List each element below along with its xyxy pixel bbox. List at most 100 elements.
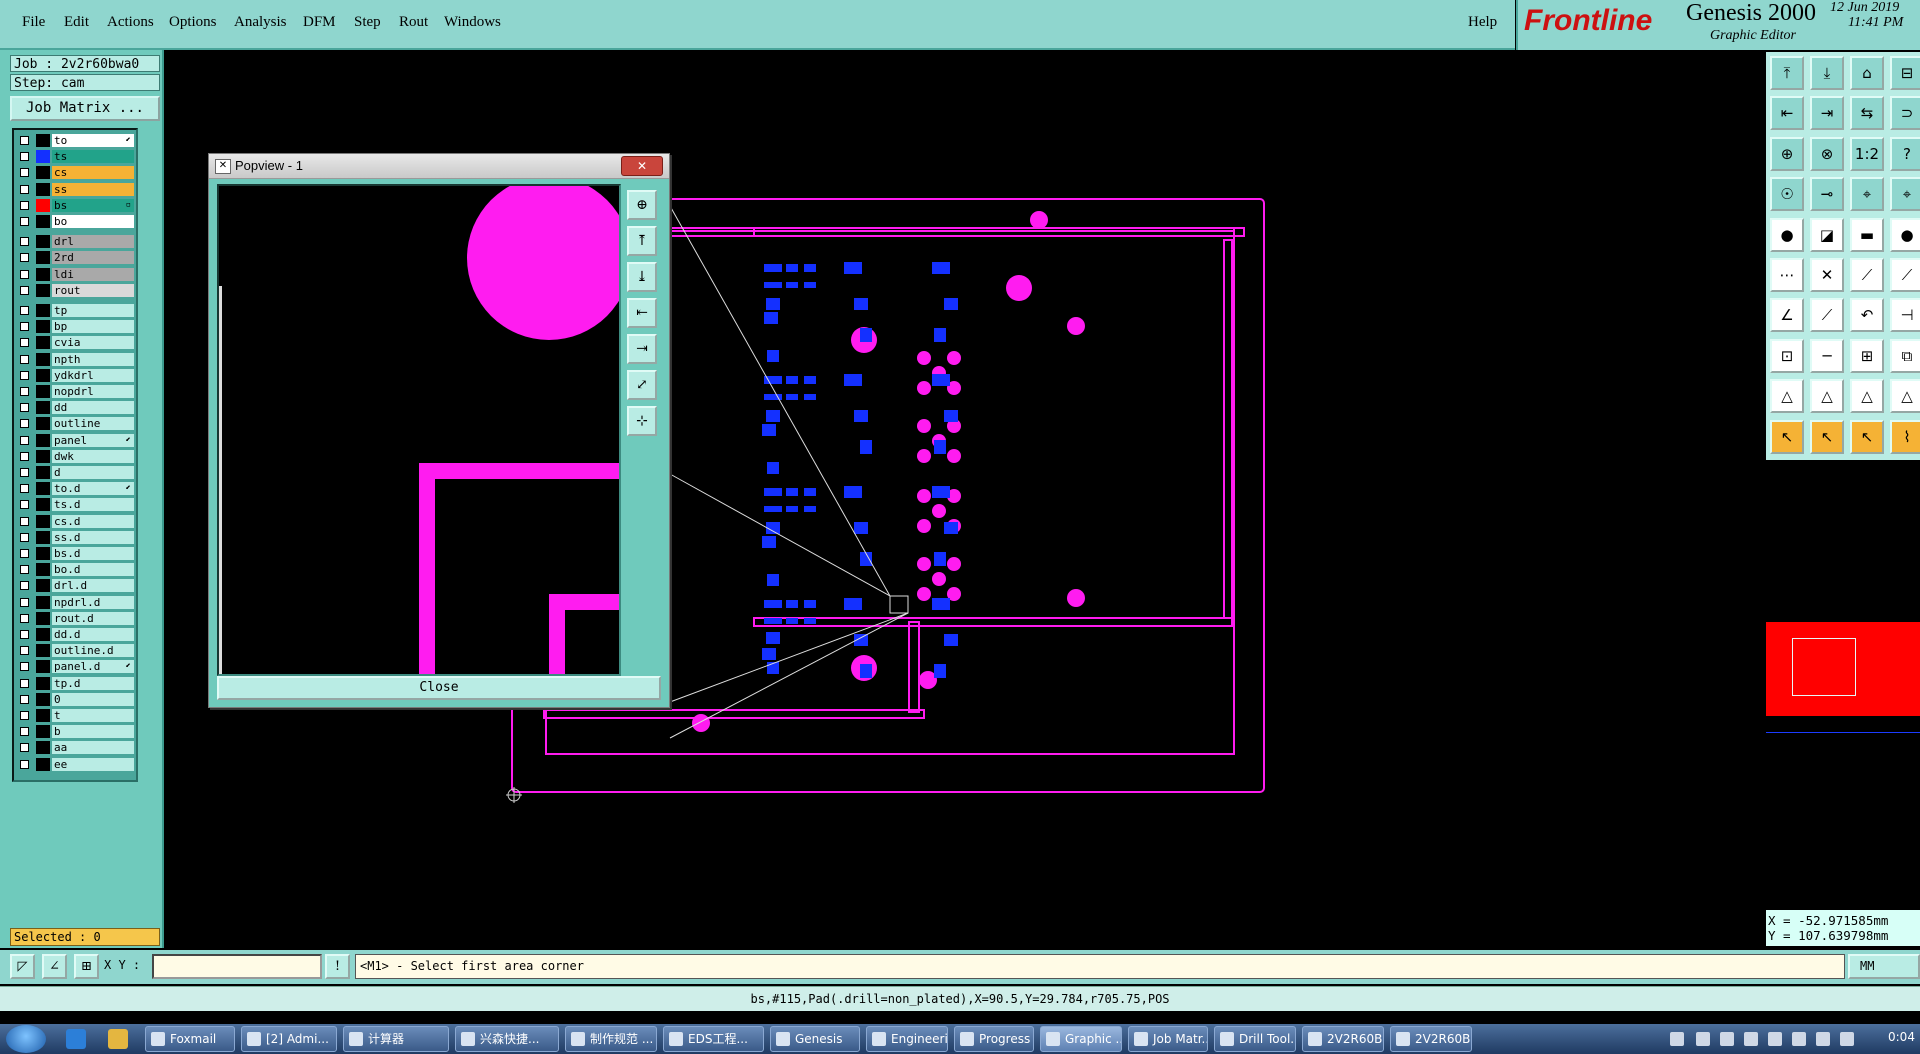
layer-color-swatch[interactable] xyxy=(36,352,50,366)
tray-icon[interactable] xyxy=(1768,1032,1782,1046)
layer-row[interactable]: ts xyxy=(16,150,134,164)
layer-name[interactable]: rout.d xyxy=(52,611,134,625)
layer-color-swatch[interactable] xyxy=(36,433,50,447)
layer-checkbox[interactable] xyxy=(20,451,29,461)
layer-checkbox[interactable] xyxy=(20,419,29,429)
layer-name[interactable]: d xyxy=(52,466,134,479)
layer-checkbox[interactable] xyxy=(20,152,29,162)
taskbar-task[interactable]: 兴森快捷... xyxy=(455,1026,559,1052)
layer-checkbox[interactable] xyxy=(20,597,29,607)
layer-color-swatch[interactable] xyxy=(36,215,50,228)
layer-checkbox[interactable] xyxy=(20,613,29,623)
tool-button[interactable]: ⊣ xyxy=(1890,298,1920,333)
tool-button[interactable]: ⇥ xyxy=(1810,96,1844,131)
layer-color-swatch[interactable] xyxy=(36,251,50,265)
up-icon[interactable]: ⤒ xyxy=(627,226,657,256)
layer-checkbox[interactable] xyxy=(20,468,29,477)
layer-color-swatch[interactable] xyxy=(36,595,50,609)
layer-color-swatch[interactable] xyxy=(36,304,50,317)
layer-color-swatch[interactable] xyxy=(36,134,50,147)
tool-button[interactable]: ⟋ xyxy=(1850,258,1884,292)
layer-color-swatch[interactable] xyxy=(36,198,50,212)
tool-button[interactable]: ⌖ xyxy=(1890,177,1920,212)
layer-name[interactable]: ydkdrl xyxy=(52,368,134,382)
layer-color-swatch[interactable] xyxy=(36,709,50,722)
layer-color-swatch[interactable] xyxy=(36,530,50,544)
layer-row[interactable]: ldi xyxy=(16,267,134,282)
layer-color-swatch[interactable] xyxy=(36,336,50,350)
layer-name[interactable]: cs.d xyxy=(52,514,134,528)
layer-color-swatch[interactable] xyxy=(36,611,50,625)
layer-row[interactable]: ts.d xyxy=(16,498,134,512)
layer-name[interactable]: dwk xyxy=(52,449,134,463)
layer-row[interactable]: bo.d xyxy=(16,563,134,577)
tool-button[interactable]: ↖ xyxy=(1770,419,1804,454)
layer-checkbox[interactable] xyxy=(20,549,29,558)
layer-checkbox[interactable] xyxy=(20,646,29,656)
layer-name[interactable]: aa xyxy=(52,741,134,755)
layer-color-swatch[interactable] xyxy=(36,579,50,593)
layer-name[interactable]: 2rd xyxy=(52,251,134,265)
tool-button[interactable]: ⊃ xyxy=(1890,96,1920,131)
popview-titlebar[interactable]: ✕ Popview - 1 ✕ xyxy=(209,154,669,179)
layer-color-swatch[interactable] xyxy=(36,235,50,249)
taskbar-task[interactable]: Drill Tool... xyxy=(1214,1026,1296,1052)
layer-checkbox[interactable] xyxy=(20,322,29,332)
layer-row[interactable]: cvia xyxy=(16,336,134,350)
layer-color-swatch[interactable] xyxy=(36,514,50,528)
layer-name[interactable]: dd.d xyxy=(52,628,134,641)
layer-checkbox[interactable] xyxy=(20,200,29,210)
tool-button[interactable]: ▬ xyxy=(1850,217,1884,252)
layer-checkbox[interactable] xyxy=(20,306,29,315)
layer-checkbox[interactable] xyxy=(20,435,29,445)
layer-list[interactable]: to ⬋ ts cs ss bs ▫ bo drl 2rd ldi rout tp bp cvia npth y… xyxy=(12,128,138,782)
tool-button[interactable]: ⤓ xyxy=(1810,56,1844,90)
tool-button[interactable]: ⇤ xyxy=(1770,96,1804,131)
layer-color-swatch[interactable] xyxy=(36,628,50,641)
taskbar-task[interactable]: Job Matr... xyxy=(1128,1026,1208,1052)
layer-color-swatch[interactable] xyxy=(36,166,50,180)
layer-name[interactable]: tp.d xyxy=(52,676,134,690)
layer-name[interactable]: cvia xyxy=(52,336,134,350)
menu-analysis[interactable]: Analysis xyxy=(234,14,287,31)
menu-edit[interactable]: Edit xyxy=(64,14,89,31)
layer-row[interactable]: d xyxy=(16,466,134,480)
layer-color-swatch[interactable] xyxy=(36,644,50,658)
layer-name[interactable]: nopdrl xyxy=(52,385,134,398)
layer-row[interactable]: cs.d xyxy=(16,514,134,529)
layer-color-swatch[interactable] xyxy=(36,757,50,771)
tool-button[interactable]: ⊟ xyxy=(1890,56,1920,90)
layer-name[interactable]: ee xyxy=(52,757,134,771)
tray-icon[interactable] xyxy=(1696,1032,1710,1046)
taskbar-task[interactable]: [2] Admi... xyxy=(241,1026,337,1052)
layer-checkbox[interactable] xyxy=(20,500,29,510)
layer-checkbox[interactable] xyxy=(20,711,29,720)
layer-name[interactable]: drl.d xyxy=(52,579,134,593)
layer-row[interactable]: ss xyxy=(16,182,134,197)
tool-button[interactable]: ⊕ xyxy=(1770,136,1804,171)
taskbar-task[interactable]: 制作规范 ... xyxy=(565,1026,657,1052)
layer-checkbox[interactable] xyxy=(20,168,29,178)
taskbar-task[interactable]: Engineeri... xyxy=(866,1026,948,1052)
layer-row[interactable]: to ⬋ xyxy=(16,134,134,148)
layer-checkbox[interactable] xyxy=(20,727,29,737)
taskbar-task[interactable]: Progress xyxy=(954,1026,1034,1052)
menu-file[interactable]: File xyxy=(22,14,45,31)
tool-button[interactable]: ∠ xyxy=(1770,298,1804,333)
layer-row[interactable]: rout.d xyxy=(16,611,134,626)
tool-button[interactable]: ● xyxy=(1770,217,1804,252)
layer-color-swatch[interactable] xyxy=(36,320,50,334)
layer-name[interactable]: tp xyxy=(52,304,134,317)
tool-button[interactable]: ⌇ xyxy=(1890,419,1920,454)
overview-view-rect[interactable] xyxy=(1792,638,1856,696)
layer-row[interactable]: b xyxy=(16,725,134,739)
tool-button[interactable]: △ xyxy=(1770,379,1804,414)
layer-checkbox[interactable] xyxy=(20,581,29,591)
exclamation-icon[interactable]: ! xyxy=(325,954,350,979)
tray-icon[interactable] xyxy=(1720,1032,1734,1046)
layer-color-swatch[interactable] xyxy=(36,547,50,560)
tool-button[interactable]: ⊗ xyxy=(1810,136,1844,171)
layer-row[interactable]: rout xyxy=(16,283,134,298)
layer-checkbox[interactable] xyxy=(20,516,29,526)
layer-name[interactable]: ss xyxy=(52,182,134,196)
